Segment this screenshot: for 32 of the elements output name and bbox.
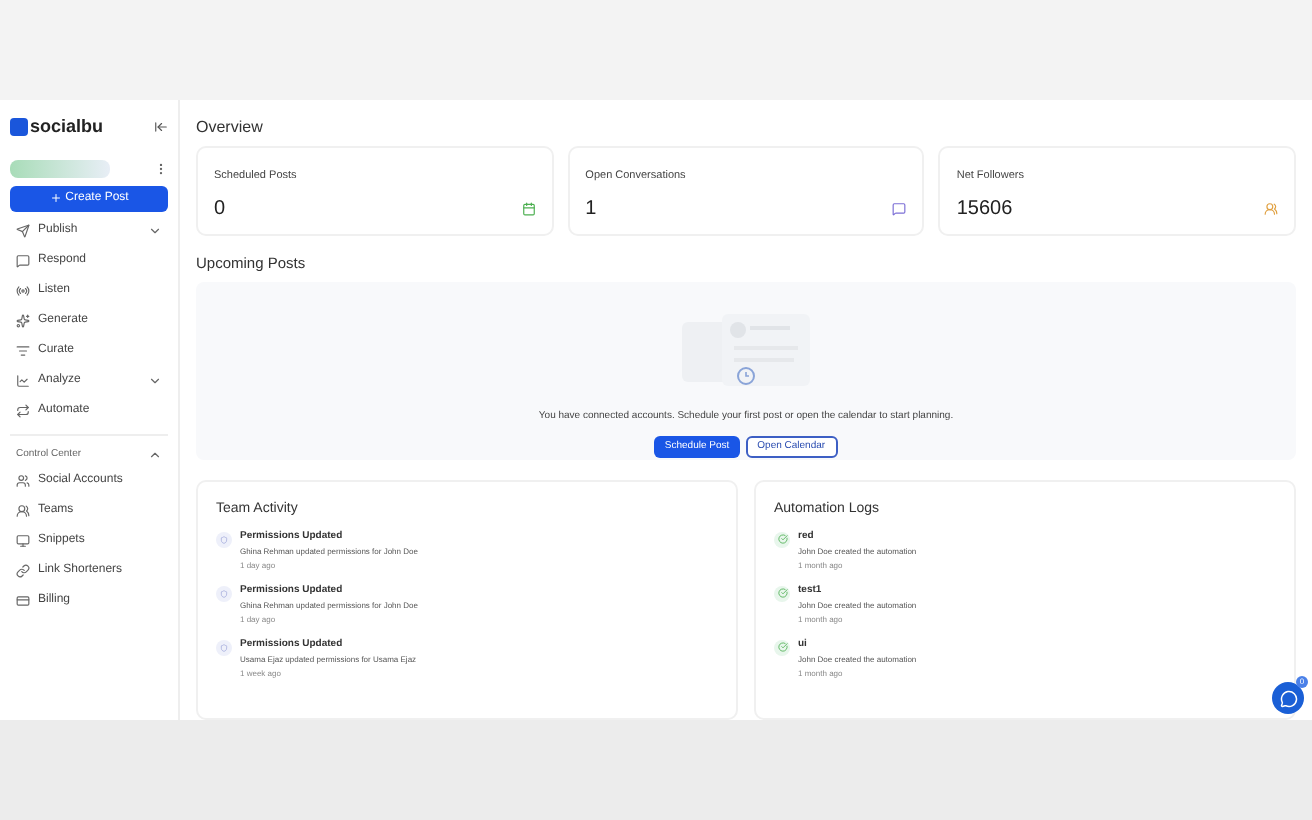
chevron-down-icon[interactable]: [148, 223, 162, 237]
people-icon: [1264, 202, 1279, 217]
logo-text: socialbu: [30, 114, 104, 140]
shield-icon: [220, 643, 228, 651]
filter-icon: [16, 343, 30, 357]
account-avatar-placeholder: [10, 159, 110, 177]
more-icon[interactable]: [154, 161, 168, 175]
section-title: Overview: [196, 116, 265, 140]
calendar-icon: [521, 202, 536, 217]
shield-icon: [220, 589, 228, 597]
stat-value: 15606: [956, 196, 1013, 225]
broadcast-icon: [16, 283, 30, 297]
repeat-icon: [16, 403, 30, 417]
plus-icon: [49, 192, 62, 204]
sparkle-icon: [16, 313, 30, 327]
chevron-up-icon[interactable]: [148, 447, 162, 462]
shield-icon: [220, 535, 228, 543]
users-icon: [16, 474, 30, 488]
chevron-down-icon[interactable]: [148, 373, 162, 387]
line-chart-icon: [16, 373, 30, 387]
card-icon: [16, 594, 30, 608]
monitor-icon: [16, 534, 30, 548]
send-icon: [16, 223, 30, 237]
stat-value: 1: [585, 196, 597, 225]
chat-icon: [892, 202, 907, 217]
stat-value: 0: [214, 196, 226, 225]
collapse-icon[interactable]: [154, 120, 168, 135]
link-icon: [16, 564, 30, 578]
team-icon: [16, 504, 30, 518]
chat-icon: [16, 253, 30, 267]
chat-icon: [1279, 689, 1297, 707]
logo-icon: [10, 118, 28, 137]
